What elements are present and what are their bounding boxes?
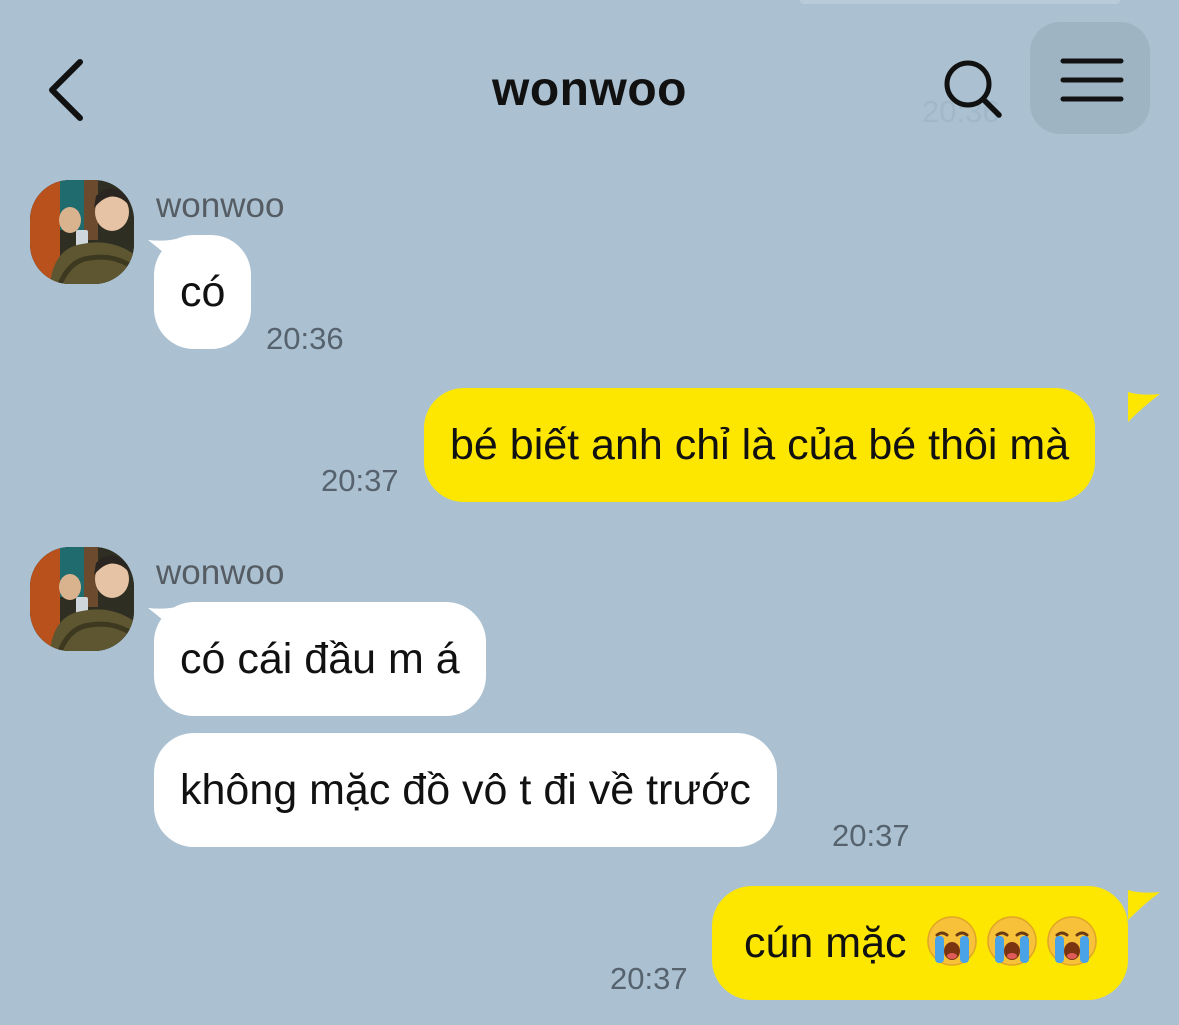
bubble-tail — [1128, 890, 1160, 920]
avatar[interactable] — [30, 180, 134, 284]
bubble-tail — [1128, 392, 1160, 422]
sender-name: wonwoo — [156, 186, 285, 225]
avatar[interactable] — [30, 547, 134, 651]
loudly-crying-face-icon — [927, 916, 978, 966]
search-icon — [944, 60, 1002, 118]
loudly-crying-face-icon — [1047, 916, 1098, 966]
message-text: cún mặc — [744, 919, 907, 967]
sender-name: wonwoo — [156, 553, 285, 592]
message-timestamp: 20:37 — [321, 463, 399, 498]
loudly-crying-face-icon — [987, 916, 1038, 966]
menu-icon — [1060, 58, 1124, 102]
message-bubble[interactable]: có — [154, 235, 252, 349]
message-bubble-outgoing[interactable]: cún mặc — [712, 886, 1129, 1000]
search-button[interactable] — [932, 48, 1016, 132]
emoji-group — [918, 916, 1098, 967]
message-timestamp: 20:37 — [832, 818, 910, 853]
avatar-photo — [30, 547, 134, 651]
message-bubble[interactable]: có cái đầu m á — [154, 602, 486, 716]
chat-header: wonwoo 20:36 — [0, 0, 1179, 170]
message-timestamp: 20:36 — [266, 321, 344, 356]
message-bubble[interactable]: không mặc đồ vô t đi về trước — [154, 733, 777, 847]
avatar-photo — [30, 180, 134, 284]
menu-button[interactable] — [1030, 22, 1150, 134]
message-bubble-outgoing[interactable]: bé biết anh chỉ là của bé thôi mà — [424, 388, 1096, 502]
message-timestamp: 20:37 — [610, 961, 688, 996]
